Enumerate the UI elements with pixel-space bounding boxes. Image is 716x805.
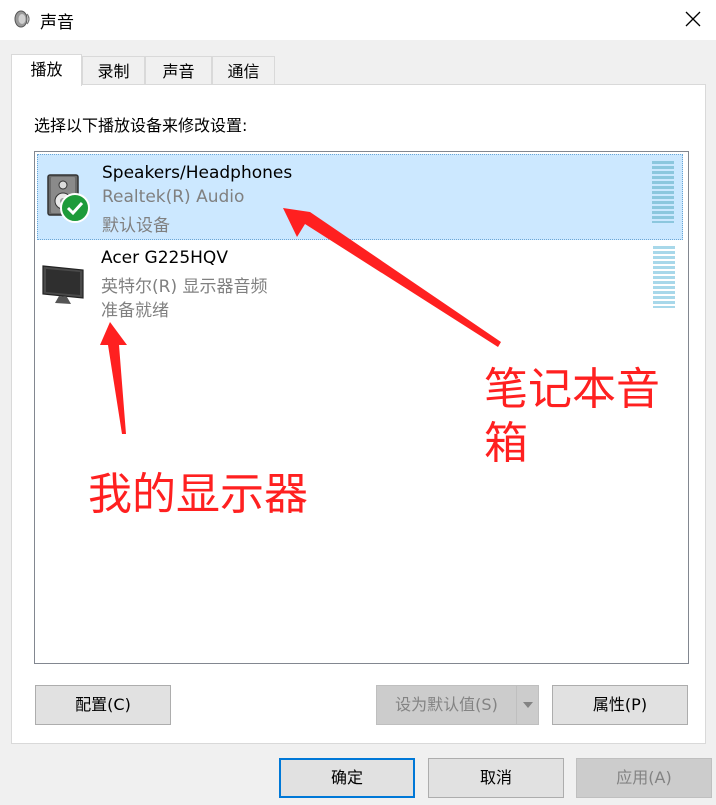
window-title: 声音 <box>40 13 74 33</box>
set-default-dropdown[interactable] <box>516 686 538 724</box>
speaker-device-icon <box>42 169 90 225</box>
chevron-down-icon <box>523 702 533 708</box>
tab-playback[interactable]: 播放 <box>11 54 82 86</box>
device-name: Speakers/Headphones <box>102 163 293 183</box>
device-status: 默认设备 <box>102 216 170 236</box>
device-item-monitor[interactable]: Acer G225HQV 英特尔(R) 显示器音频 准备就绪 <box>37 240 683 326</box>
close-icon <box>685 11 701 27</box>
device-status: 准备就绪 <box>101 301 169 321</box>
volume-meter <box>652 161 674 223</box>
instruction-text: 选择以下播放设备来修改设置: <box>34 116 248 135</box>
default-check-icon <box>60 193 90 223</box>
monitor-icon <box>41 254 89 310</box>
tab-sounds[interactable]: 声音 <box>145 56 212 85</box>
properties-button[interactable]: 属性(P) <box>552 685 688 725</box>
close-button[interactable] <box>670 0 716 38</box>
playback-panel: 选择以下播放设备来修改设置: Speakers/Headphones Realt… <box>11 84 706 744</box>
set-default-label: 设为默认值(S) <box>395 695 498 714</box>
set-default-button[interactable]: 设为默认值(S) <box>376 685 539 725</box>
sound-dialog: 播放 录制 声音 通信 选择以下播放设备来修改设置: Speakers/Head… <box>0 40 716 805</box>
cancel-button[interactable]: 取消 <box>428 758 564 798</box>
device-driver: Realtek(R) Audio <box>102 187 245 207</box>
configure-button[interactable]: 配置(C) <box>35 685 171 725</box>
device-driver: 英特尔(R) 显示器音频 <box>101 277 268 297</box>
device-item-speakers[interactable]: Speakers/Headphones Realtek(R) Audio 默认设… <box>37 154 683 240</box>
tab-communications[interactable]: 通信 <box>212 56 275 85</box>
ok-button[interactable]: 确定 <box>279 758 415 798</box>
volume-meter <box>653 246 675 308</box>
tab-recording[interactable]: 录制 <box>82 56 145 85</box>
title-bar: 声音 <box>0 0 716 40</box>
speaker-icon <box>14 9 32 29</box>
device-name: Acer G225HQV <box>101 248 228 268</box>
apply-button[interactable]: 应用(A) <box>576 758 712 798</box>
device-list[interactable]: Speakers/Headphones Realtek(R) Audio 默认设… <box>34 151 689 664</box>
